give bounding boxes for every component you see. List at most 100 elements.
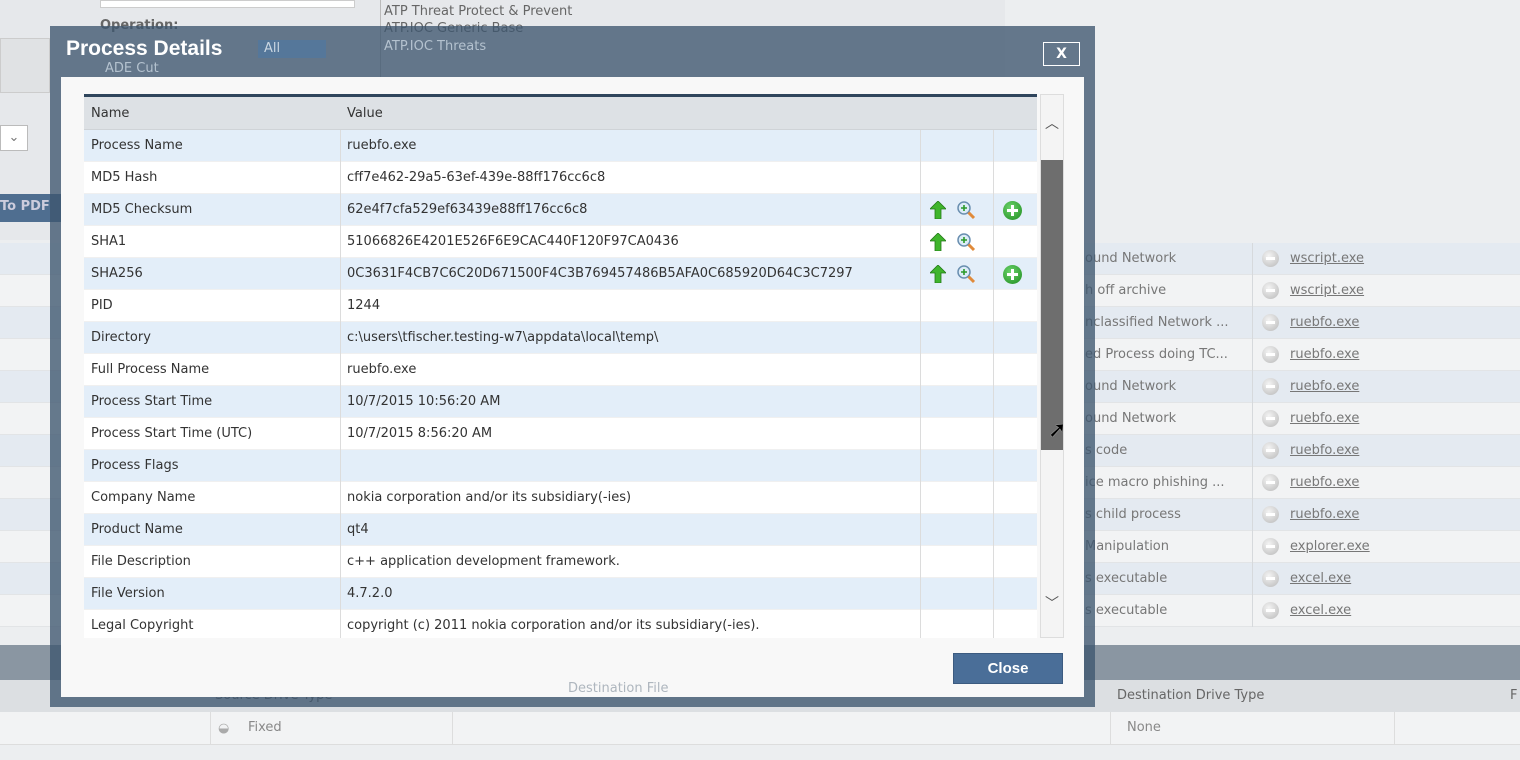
row-name: SHA1 (91, 234, 127, 249)
scrollbar-thumb[interactable] (1041, 160, 1063, 450)
magnify-icon[interactable] (956, 200, 976, 220)
minus-icon (1262, 474, 1279, 491)
rule-name: ound Network (1085, 251, 1177, 266)
col-f[interactable]: F (1510, 688, 1517, 703)
minus-icon (1262, 378, 1279, 395)
table-row[interactable]: File Description c++ application developm… (84, 546, 1037, 578)
table-row[interactable]: SHA256 0C3631F4CB7C6C20D671500F4C3B769457… (84, 258, 1037, 290)
process-link[interactable]: ruebfo.exe (1290, 411, 1359, 426)
operation-option[interactable]: All (264, 41, 280, 56)
up-arrow-icon[interactable] (929, 232, 947, 252)
table-row[interactable]: Directory c:\users\tfischer.testing-w7\ap… (84, 322, 1037, 354)
row-value: ruebfo.exe (347, 362, 417, 377)
list-scroll[interactable] (0, 38, 50, 93)
minus-icon (1262, 346, 1279, 363)
rule-name: s executable (1085, 603, 1168, 618)
table-row[interactable]: Process Name ruebfo.exe (84, 130, 1037, 162)
rule-name: ice macro phishing ... (1085, 475, 1225, 490)
col-destination-file[interactable]: Destination File (568, 681, 668, 696)
rule-name: ed Process doing TC... (1085, 347, 1228, 362)
process-link[interactable]: ruebfo.exe (1290, 507, 1359, 522)
row-name: Process Name (91, 138, 183, 153)
table-header: Name Value (84, 97, 1037, 130)
details-row[interactable]: ◒ Fixed None (0, 712, 1520, 745)
process-link[interactable]: ruebfo.exe (1290, 475, 1359, 490)
minus-icon (1262, 602, 1279, 619)
table-row[interactable]: MD5 Checksum 62e4f7cfa529ef63439e88ff176c… (84, 194, 1037, 226)
minus-icon (1262, 250, 1279, 267)
row-name: MD5 Checksum (91, 202, 193, 217)
rule-name: Manipulation (1085, 539, 1170, 554)
rule-name: nclassified Network ... (1085, 315, 1229, 330)
rule-name: s executable (1085, 571, 1168, 586)
table-row[interactable]: MD5 Hash cff7e462-29a5-63ef-439e-88ff176c… (84, 162, 1037, 194)
chevron-down-icon[interactable]: ⌄ (0, 125, 28, 151)
minus-icon (1262, 538, 1279, 555)
row-name: Process Start Time (91, 394, 213, 409)
minus-icon (1262, 570, 1279, 587)
close-x-button[interactable]: X (1043, 42, 1080, 66)
row-name: File Version (91, 586, 165, 601)
process-link[interactable]: excel.exe (1290, 571, 1351, 586)
minus-icon (1262, 282, 1279, 299)
table-row[interactable]: PID 1244 (84, 290, 1037, 322)
process-link[interactable]: wscript.exe (1290, 283, 1364, 298)
scroll-up-icon[interactable]: ︿ (1045, 113, 1059, 133)
policy-item[interactable]: ATP Threat Protect & Prevent (384, 4, 572, 19)
row-name: Directory (91, 330, 151, 345)
close-button[interactable]: Close (953, 653, 1063, 684)
col-name[interactable]: Name (91, 106, 129, 121)
process-link[interactable]: ruebfo.exe (1290, 379, 1359, 394)
filter-input[interactable] (100, 0, 355, 8)
table-row[interactable]: Process Start Time (UTC) 10/7/2015 8:56:2… (84, 418, 1037, 450)
process-link[interactable]: ruebfo.exe (1290, 347, 1359, 362)
row-name: File Description (91, 554, 191, 569)
magnify-icon[interactable] (956, 232, 976, 252)
row-name: Product Name (91, 522, 183, 537)
col-destination-drive-type[interactable]: Destination Drive Type (1117, 688, 1264, 703)
scroll-down-icon[interactable]: ﹀ (1045, 593, 1059, 613)
col-value[interactable]: Value (347, 106, 383, 121)
row-value: c:\users\tfischer.testing-w7\appdata\loc… (347, 330, 659, 345)
mouse-cursor-icon: ➚ (1048, 418, 1067, 443)
process-link[interactable]: wscript.exe (1290, 251, 1364, 266)
table-row[interactable]: Legal Copyright copyright (c) 2011 nokia … (84, 610, 1037, 638)
process-link[interactable]: explorer.exe (1290, 539, 1370, 554)
row-name: SHA256 (91, 266, 143, 281)
policy-item[interactable]: ATP.IOC Threats (384, 39, 486, 54)
row-value: 4.7.2.0 (347, 586, 393, 601)
up-arrow-icon[interactable] (929, 264, 947, 284)
row-value: qt4 (347, 522, 369, 537)
drive-icon: ◒ (218, 721, 230, 736)
operation-option[interactable]: ADE Cut (105, 61, 159, 76)
add-icon[interactable] (1003, 265, 1022, 284)
table-row[interactable]: Process Start Time 10/7/2015 10:56:20 AM (84, 386, 1037, 418)
table-row[interactable]: Full Process Name ruebfo.exe (84, 354, 1037, 386)
up-arrow-icon[interactable] (929, 200, 947, 220)
rule-name: s child process (1085, 507, 1181, 522)
row-value: nokia corporation and/or its subsidiary(… (347, 490, 632, 505)
add-icon[interactable] (1003, 201, 1022, 220)
row-name: Process Start Time (UTC) (91, 426, 253, 441)
minus-icon (1262, 442, 1279, 459)
minus-icon (1262, 314, 1279, 331)
row-value: 0C3631F4CB7C6C20D671500F4C3B769457486B5A… (347, 266, 853, 281)
process-link[interactable]: ruebfo.exe (1290, 315, 1359, 330)
row-value: copyright (c) 2011 nokia corporation and… (347, 618, 760, 633)
rule-name: h off archive (1085, 283, 1167, 298)
magnify-icon[interactable] (956, 264, 976, 284)
process-link[interactable]: ruebfo.exe (1290, 443, 1359, 458)
table-row[interactable]: File Version 4.7.2.0 (84, 578, 1037, 610)
row-name: Full Process Name (91, 362, 210, 377)
table-row[interactable]: Product Name qt4 (84, 514, 1037, 546)
row-value: 1244 (347, 298, 381, 313)
process-link[interactable]: excel.exe (1290, 603, 1351, 618)
row-name: Legal Copyright (91, 618, 194, 633)
table-row[interactable]: SHA1 51066826E4201E526F6E9CAC440F120F97CA… (84, 226, 1037, 258)
table-row[interactable]: Process Flags (84, 450, 1037, 482)
table-row[interactable]: Company Name nokia corporation and/or its… (84, 482, 1037, 514)
row-name: Company Name (91, 490, 196, 505)
row-value: c++ application development framework. (347, 554, 620, 569)
row-value: cff7e462-29a5-63ef-439e-88ff176cc6c8 (347, 170, 606, 185)
row-name: Process Flags (91, 458, 179, 473)
